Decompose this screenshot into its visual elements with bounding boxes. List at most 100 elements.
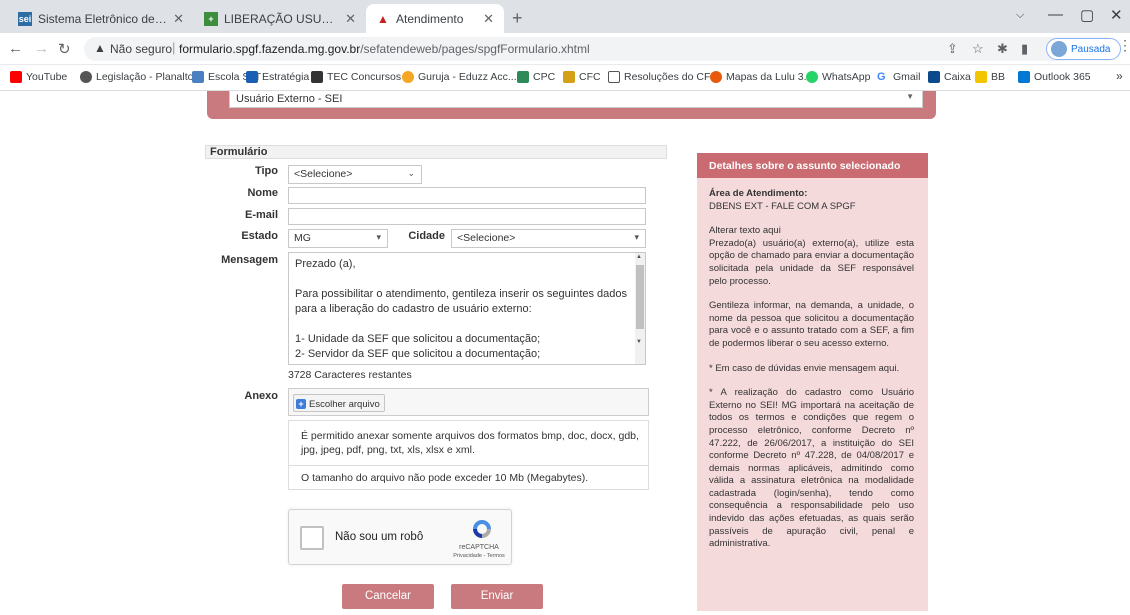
bookmark-tec-concursos[interactable]: TEC Concursos [311, 71, 401, 83]
recaptcha-brand: reCAPTCHA [459, 544, 499, 551]
star-icon[interactable]: ☆ [972, 41, 984, 57]
browser-tab-strip: sei Sistema Eletrônico de Informaçã ✕ + … [0, 0, 1130, 33]
cancel-button[interactable]: Cancelar [342, 584, 434, 609]
bookmarks-bar: YouTube Legislação - Planalto Escola SJT… [0, 65, 1130, 91]
bookmark-label: YouTube [26, 71, 68, 83]
bookmark-label: CFC [579, 71, 601, 83]
details-paragraph: Prezado(a) usuário(a) externo(a), utiliz… [709, 237, 914, 287]
chevron-down-icon: ▾ [634, 232, 639, 242]
bookmark-bb[interactable]: BB [975, 71, 1005, 83]
bookmark-resolucoes-cfc[interactable]: Resoluções do CFC [608, 71, 718, 83]
bookmark-label: CPC [533, 71, 556, 83]
bookmark-legislacao[interactable]: Legislação - Planalto [80, 71, 193, 83]
bookmark-caixa[interactable]: Caixa [928, 71, 971, 83]
profile-button[interactable]: Pausada [1046, 38, 1121, 60]
scroll-down-icon[interactable]: ▼ [636, 339, 642, 345]
cidade-label: Cidade [408, 230, 445, 242]
window-close-icon[interactable]: ✕ [1110, 6, 1123, 24]
subject-details-body: Área de Atendimento: DBENS EXT - FALE COM… [697, 178, 928, 551]
bookmark-label: WhatsApp [822, 71, 871, 83]
recaptcha-label: Não sou um robô [335, 531, 424, 543]
nome-label: Nome [247, 187, 278, 199]
bookmark-label: BB [991, 71, 1006, 83]
back-icon[interactable]: ← [8, 40, 23, 57]
url-path: /sefatendeweb/pages/spgfFormulario.xhtml [360, 42, 590, 56]
bookmark-estrategia[interactable]: Estratégia [246, 71, 309, 83]
tipo-select[interactable]: <Selecione> ⌄ [288, 165, 422, 184]
bookmark-label: Mapas da Lulu 3.0 [726, 71, 813, 83]
choose-file-label: Escolher arquivo [309, 398, 380, 410]
recaptcha-icon [473, 520, 491, 538]
omnibox-separator: | [172, 40, 176, 55]
url-host: formulario.spgf.fazenda.mg.gov.br [179, 42, 361, 56]
share-icon[interactable]: ⇪ [947, 41, 958, 57]
bookmark-guruja[interactable]: Guruja - Eduzz Acc... [402, 71, 517, 83]
recaptcha-checkbox[interactable] [300, 526, 324, 550]
message-line: Prezado (a), [295, 258, 356, 270]
close-icon[interactable]: ✕ [345, 11, 356, 27]
not-secure-icon[interactable]: ▲ [94, 41, 106, 55]
globe-icon [80, 71, 92, 83]
subject-select-value: Usuário Externo - SEI [236, 93, 343, 105]
area-title: Área de Atendimento: [709, 188, 808, 199]
mensagem-scrollbar[interactable]: ▲ ▼ [635, 253, 645, 364]
upload-area: + Escolher arquivo [288, 388, 649, 416]
bookmark-youtube[interactable]: YouTube [10, 71, 67, 83]
close-icon[interactable]: ✕ [173, 11, 184, 27]
message-line: 1- Unidade da SEF que solicitou a docume… [295, 333, 541, 345]
mensagem-textarea[interactable]: Prezado (a), Para possibilitar o atendim… [288, 252, 646, 365]
new-tab-button[interactable]: + [512, 8, 523, 29]
recaptcha-links[interactable]: Privacidade - Termos [447, 553, 511, 559]
browser-menu-icon[interactable]: ⋮ [1118, 37, 1130, 54]
tab-atendimento[interactable]: ▲ Atendimento ✕ [366, 4, 504, 33]
chevron-down-icon: ▾ [376, 232, 381, 242]
maximize-icon[interactable]: ▢ [1080, 6, 1094, 24]
profile-label: Pausada [1071, 43, 1111, 55]
form-header: Formulário [205, 145, 667, 159]
tab-sei[interactable]: sei Sistema Eletrônico de Informaçã ✕ [8, 4, 194, 33]
security-label: Não seguro [110, 42, 173, 56]
tipo-label: Tipo [254, 165, 278, 177]
form-panel: Formulário Tipo <Selecione> ⌄ Nome E-mai… [205, 145, 667, 615]
minimize-icon[interactable]: — [1048, 6, 1063, 23]
document-icon [608, 71, 620, 83]
close-icon[interactable]: ✕ [483, 11, 494, 27]
bookmark-label: Outlook 365 [1034, 71, 1091, 83]
escola-sjt-icon [192, 71, 204, 83]
scroll-up-icon[interactable]: ▲ [636, 254, 642, 260]
cidade-select[interactable]: <Selecione> ▾ [451, 229, 646, 248]
subject-select[interactable]: Usuário Externo - SEI ▼ [229, 91, 923, 108]
bookmark-whatsapp[interactable]: WhatsApp [806, 71, 870, 83]
chevron-down-icon: ⌄ [407, 168, 415, 178]
tab-liberacao[interactable]: + LIBERAÇÃO USUÁRIO EXTERNO ✕ [194, 4, 366, 33]
nome-field[interactable] [288, 187, 646, 204]
cfc-icon [563, 71, 575, 83]
omnibox[interactable]: ▲ Não seguro | formulario.spgf.fazenda.m… [84, 37, 1121, 61]
message-line: 2- Servidor da SEF que solicitou a docum… [295, 348, 541, 360]
scroll-thumb[interactable] [636, 265, 644, 329]
youtube-icon [10, 71, 22, 83]
forward-icon[interactable]: → [34, 40, 49, 57]
bookmark-gmail[interactable]: G Gmail [877, 71, 920, 83]
email-field[interactable] [288, 208, 646, 225]
bookmark-cpc[interactable]: CPC [517, 71, 555, 83]
submit-button[interactable]: Enviar [451, 584, 543, 609]
tab-search-icon[interactable]: ⌵ [1016, 9, 1024, 22]
url-text[interactable]: formulario.spgf.fazenda.mg.gov.br/sefate… [179, 42, 590, 56]
bookmark-mapas-lulu[interactable]: Mapas da Lulu 3.0 [710, 71, 812, 83]
reload-icon[interactable]: ↻ [58, 40, 71, 58]
estrategia-icon [246, 71, 258, 83]
recaptcha-widget: Não sou um robô reCAPTCHA Privacidade - … [288, 509, 512, 565]
bookmark-cfc[interactable]: CFC [563, 71, 601, 83]
sei-icon: sei [18, 11, 32, 26]
whatsapp-icon [806, 71, 818, 83]
side-panel-icon[interactable]: ▮ [1021, 41, 1028, 57]
estado-select[interactable]: MG ▾ [288, 229, 388, 248]
extensions-icon[interactable]: ✱ [997, 41, 1008, 57]
more-bookmarks-icon[interactable]: » [1116, 69, 1123, 83]
bookmark-outlook[interactable]: Outlook 365 [1018, 71, 1091, 83]
bb-icon [975, 71, 987, 83]
guruja-icon [402, 71, 414, 83]
subject-details-header: Detalhes sobre o assunto selecionado [697, 153, 928, 178]
choose-file-button[interactable]: + Escolher arquivo [293, 394, 385, 412]
